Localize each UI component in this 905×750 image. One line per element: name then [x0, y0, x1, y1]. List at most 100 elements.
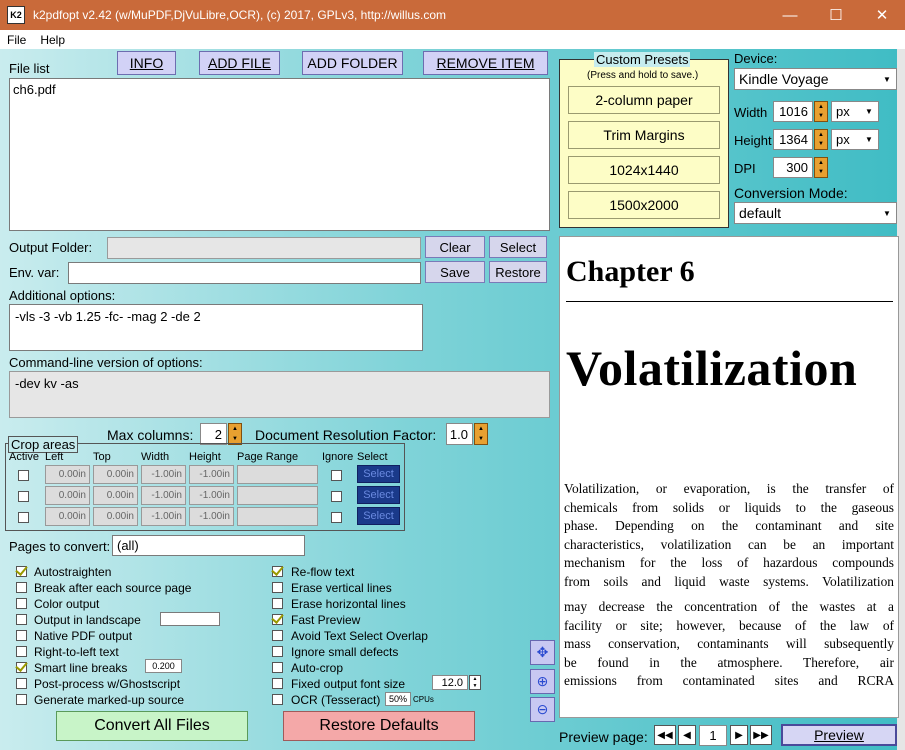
crop-row-3-page-range[interactable]	[237, 507, 318, 526]
last-page-icon[interactable]: ▶▶	[750, 725, 772, 745]
preset-trim-margins[interactable]: Trim Margins	[568, 121, 720, 149]
minimize-icon[interactable]: —	[767, 0, 813, 30]
output-folder-label: Output Folder:	[9, 240, 93, 255]
crop-row-1-active-checkbox[interactable]	[18, 470, 29, 481]
option-left-checkbox-6[interactable]	[16, 662, 27, 673]
zoom-in-icon[interactable]: ⊕	[530, 669, 555, 694]
menu-help[interactable]: Help	[33, 33, 72, 47]
crop-row-3-top[interactable]: 0.00in	[93, 507, 138, 526]
height-input[interactable]: 1364	[773, 129, 813, 150]
crop-row-2-height[interactable]: -1.00in	[189, 486, 234, 505]
option-left-checkbox-4[interactable]	[16, 630, 27, 641]
crop-row-3-ignore-checkbox[interactable]	[331, 512, 342, 523]
option-left-checkbox-8[interactable]	[16, 694, 27, 705]
first-page-icon[interactable]: ◀◀	[654, 725, 676, 745]
crop-row-2-left[interactable]: 0.00in	[45, 486, 90, 505]
crop-row-1-height[interactable]: -1.00in	[189, 465, 234, 484]
prev-page-icon[interactable]: ◀	[678, 725, 696, 745]
crop-row-1-left[interactable]: 0.00in	[45, 465, 90, 484]
width-spinner[interactable]: ▲ ▼	[814, 101, 828, 122]
dpi-input[interactable]: 300	[773, 157, 813, 178]
font-size-spinner[interactable]: ▲ ▼	[469, 675, 481, 690]
crop-row-3-active-checkbox[interactable]	[18, 512, 29, 523]
option-left-checkbox-3[interactable]	[16, 614, 27, 625]
height-label: Height	[734, 133, 772, 148]
crop-row-2-active-checkbox[interactable]	[18, 491, 29, 502]
option-right-checkbox-8[interactable]	[272, 694, 283, 705]
file-list-box[interactable]: ch6.pdf	[9, 78, 550, 231]
env-var-input[interactable]	[68, 262, 421, 284]
output-folder-input[interactable]	[107, 237, 421, 259]
option-right-checkbox-0[interactable]	[272, 566, 283, 577]
width-unit-select[interactable]: px ▼	[831, 101, 879, 122]
option-right-checkbox-1[interactable]	[272, 582, 283, 593]
smart-line-breaks-value[interactable]: 0.200	[145, 659, 182, 673]
preview-page-input[interactable]: 1	[699, 725, 727, 746]
crop-row-2-ignore-checkbox[interactable]	[331, 491, 342, 502]
crop-row-2-top[interactable]: 0.00in	[93, 486, 138, 505]
max-columns-input[interactable]: 2	[200, 423, 227, 445]
restore-defaults-button[interactable]: Restore Defaults	[283, 711, 475, 741]
maximize-icon[interactable]: ☐	[813, 0, 859, 30]
option-left-checkbox-5[interactable]	[16, 646, 27, 657]
zoom-out-icon[interactable]: ⊖	[530, 697, 555, 722]
option-left-checkbox-7[interactable]	[16, 678, 27, 689]
option-left-checkbox-0[interactable]	[16, 566, 27, 577]
option-right-checkbox-4[interactable]	[272, 630, 283, 641]
crop-row-1-ignore-checkbox[interactable]	[331, 470, 342, 481]
font-size-input[interactable]: 12.0	[432, 675, 468, 690]
add-file-button[interactable]: ADD FILE	[199, 51, 280, 75]
menu-file[interactable]: File	[0, 33, 33, 47]
additional-options-input[interactable]: -vls -3 -vb 1.25 -fc- -mag 2 -de 2	[9, 304, 423, 351]
resolution-factor-input[interactable]: 1.0	[446, 423, 473, 445]
crop-row-2-width[interactable]: -1.00in	[141, 486, 186, 505]
crop-row-3-left[interactable]: 0.00in	[45, 507, 90, 526]
height-spinner[interactable]: ▲ ▼	[814, 129, 828, 150]
device-select[interactable]: Kindle Voyage ▼	[734, 68, 897, 90]
app-icon: K2	[7, 6, 25, 24]
crop-row-1-top[interactable]: 0.00in	[93, 465, 138, 484]
preview-rule	[566, 301, 893, 302]
max-columns-spinner[interactable]: ▲ ▼	[228, 423, 242, 445]
crop-header-page-range: Page Range	[237, 451, 299, 463]
option-right-checkbox-3[interactable]	[272, 614, 283, 625]
preset-2-column-paper[interactable]: 2-column paper	[568, 86, 720, 114]
info-button[interactable]: INFO	[117, 51, 176, 75]
option-left-checkbox-1[interactable]	[16, 582, 27, 593]
height-unit-select[interactable]: px ▼	[831, 129, 879, 150]
pages-input[interactable]: (all)	[112, 535, 305, 556]
crop-row-1-page-range[interactable]	[237, 465, 318, 484]
crop-row-3-height[interactable]: -1.00in	[189, 507, 234, 526]
resolution-factor-spinner[interactable]: ▲ ▼	[474, 423, 488, 445]
crop-row-1-width[interactable]: -1.00in	[141, 465, 186, 484]
conversion-mode-select[interactable]: default ▼	[734, 202, 897, 224]
preset-1500x2000[interactable]: 1500x2000	[568, 191, 720, 219]
select-folder-button[interactable]: Select	[489, 236, 547, 258]
preset-1024x1440[interactable]: 1024x1440	[568, 156, 720, 184]
crop-row-3-select-button[interactable]: Select	[357, 507, 400, 525]
add-folder-button[interactable]: ADD FOLDER	[302, 51, 403, 75]
convert-all-files-button[interactable]: Convert All Files	[56, 711, 248, 741]
ocr-cpus-input[interactable]: 50%	[385, 692, 411, 706]
option-right-checkbox-6[interactable]	[272, 662, 283, 673]
clear-button[interactable]: Clear	[425, 236, 485, 258]
crop-row-3-width[interactable]: -1.00in	[141, 507, 186, 526]
fit-page-icon[interactable]: ✥	[530, 640, 555, 665]
close-icon[interactable]: ✕	[859, 0, 905, 30]
option-right-checkbox-7[interactable]	[272, 678, 283, 689]
dpi-spinner[interactable]: ▲ ▼	[814, 157, 828, 178]
file-list-item[interactable]: ch6.pdf	[13, 82, 546, 97]
option-left-checkbox-2[interactable]	[16, 598, 27, 609]
landscape-value-input[interactable]	[160, 612, 220, 626]
crop-row-2-select-button[interactable]: Select	[357, 486, 400, 504]
restore-button[interactable]: Restore	[489, 261, 547, 283]
option-right-checkbox-5[interactable]	[272, 646, 283, 657]
crop-row-2-page-range[interactable]	[237, 486, 318, 505]
remove-item-button[interactable]: REMOVE ITEM	[423, 51, 548, 75]
option-right-checkbox-2[interactable]	[272, 598, 283, 609]
width-input[interactable]: 1016	[773, 101, 813, 122]
crop-row-1-select-button[interactable]: Select	[357, 465, 400, 483]
next-page-icon[interactable]: ▶	[730, 725, 748, 745]
preview-button[interactable]: Preview	[781, 724, 897, 746]
save-button[interactable]: Save	[425, 261, 485, 283]
